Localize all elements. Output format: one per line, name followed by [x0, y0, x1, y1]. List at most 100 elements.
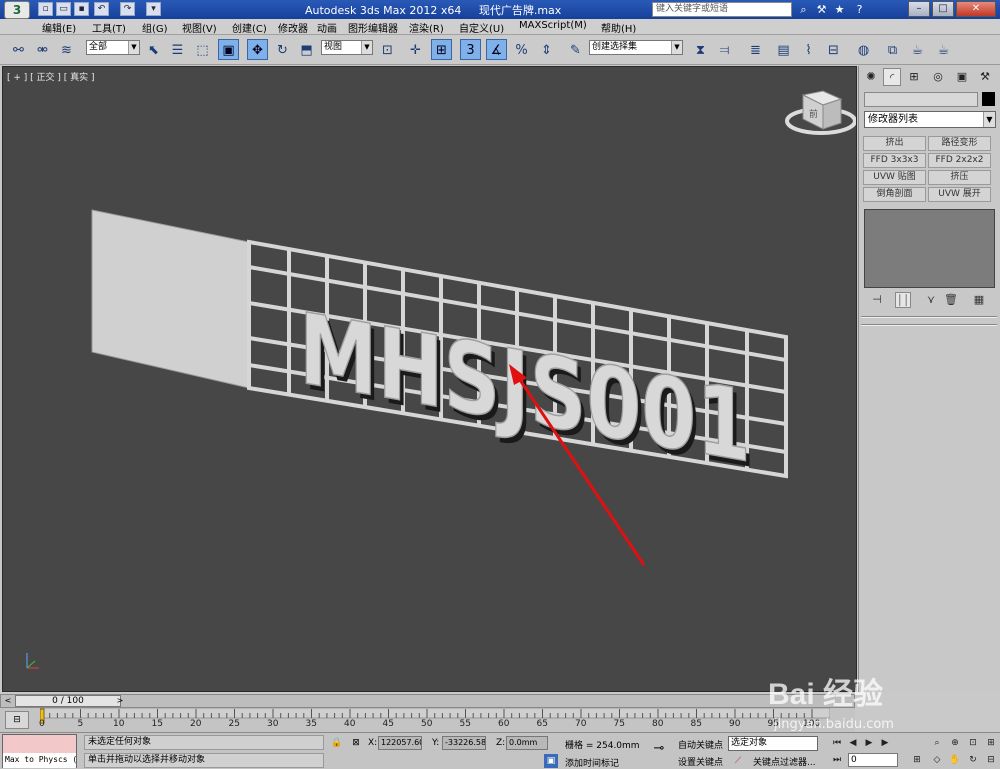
ribbon-icon[interactable]: ▤: [773, 39, 794, 60]
maxscript-input[interactable]: Max to Physcs (: [3, 753, 76, 768]
app-logo[interactable]: 3: [4, 1, 30, 19]
pan-icon[interactable]: ✋: [948, 753, 962, 767]
menu-graph-editors[interactable]: 图形编辑器: [348, 20, 398, 35]
menu-modifiers[interactable]: 修改器: [278, 20, 308, 35]
percent-snap-icon[interactable]: %: [511, 39, 532, 60]
edit-named-selection-icon[interactable]: ✎: [565, 39, 586, 60]
extrude-button[interactable]: 挤出: [863, 136, 926, 151]
time-tag-icon[interactable]: ▣: [544, 754, 558, 768]
unwrap-uvw-button[interactable]: UVW 展开: [928, 187, 991, 202]
align-icon[interactable]: ⫤: [714, 39, 735, 60]
create-tab-icon[interactable]: ✺: [862, 68, 880, 86]
absolute-mode-icon[interactable]: ⊠: [349, 736, 363, 750]
save-icon[interactable]: ▪: [74, 2, 89, 16]
time-config-icon[interactable]: ⊞: [910, 753, 924, 767]
auto-key-button[interactable]: 自动关键点: [678, 738, 723, 751]
remove-modifier-icon[interactable]: 🗑: [943, 292, 959, 308]
maxscript-mini-listener[interactable]: [3, 735, 76, 753]
key-set-dropdown[interactable]: 选定对象: [728, 736, 818, 751]
menu-views[interactable]: 视图(V): [182, 20, 217, 35]
menu-customize[interactable]: 自定义(U): [459, 20, 504, 35]
configure-sets-icon[interactable]: ▦: [971, 292, 987, 308]
layer-manager-icon[interactable]: ≣: [745, 39, 766, 60]
next-frame-icon[interactable]: ▶: [878, 736, 892, 750]
menu-tools[interactable]: 工具(T): [92, 20, 126, 35]
x-coordinate-input[interactable]: 122057.60: [378, 736, 422, 750]
pin-stack-icon[interactable]: ⊣: [869, 292, 885, 308]
render-production-icon[interactable]: ☕: [933, 39, 954, 60]
redo-icon[interactable]: ↷: [120, 2, 135, 16]
bind-space-warp-icon[interactable]: ≋: [56, 39, 77, 60]
pivot-center-icon[interactable]: ⊡: [377, 39, 398, 60]
squeeze-button[interactable]: 挤压: [928, 170, 991, 185]
add-time-tag[interactable]: 添加时间标记: [565, 756, 619, 769]
selection-filter-dropdown[interactable]: 全部 ▼: [86, 40, 140, 55]
help-search-input[interactable]: 键入关键字或短语: [652, 2, 792, 17]
material-editor-icon[interactable]: ◍: [853, 39, 874, 60]
modifier-list-dropdown[interactable]: 修改器列表 ▼: [864, 111, 996, 128]
rendered-frame-icon[interactable]: ☕: [907, 39, 928, 60]
tools-icon[interactable]: ⚒: [814, 2, 829, 17]
go-to-start-icon[interactable]: ⏮: [830, 736, 844, 750]
maximize-button[interactable]: □: [932, 1, 954, 17]
curve-editor-icon[interactable]: ⌇: [798, 39, 819, 60]
key-icon[interactable]: ⊸: [648, 742, 670, 756]
menu-edit[interactable]: 编辑(E): [42, 20, 76, 35]
display-tab-icon[interactable]: ▣: [953, 68, 971, 86]
menu-maxscript[interactable]: MAXScript(M): [519, 20, 587, 31]
motion-tab-icon[interactable]: ◎: [929, 68, 947, 86]
quick-access-dropdown-icon[interactable]: ▾: [146, 2, 161, 16]
unlink-icon[interactable]: ⚮: [32, 39, 53, 60]
modifier-stack-view[interactable]: [864, 209, 995, 288]
open-file-icon[interactable]: ▭: [56, 2, 71, 16]
keyboard-shortcut-icon[interactable]: ⊞: [431, 39, 452, 60]
lock-icon[interactable]: 🔒: [330, 736, 344, 750]
make-unique-icon[interactable]: ⋎: [923, 292, 939, 308]
y-coordinate-input[interactable]: -33226.58: [442, 736, 486, 750]
previous-frame-icon[interactable]: ◀: [846, 736, 860, 750]
path-deform-button[interactable]: 路径变形: [928, 136, 991, 151]
close-button[interactable]: ✕: [956, 1, 996, 17]
minimize-button[interactable]: –: [908, 1, 930, 17]
time-slider[interactable]: < 0 / 100 >: [0, 694, 855, 708]
menu-animation[interactable]: 动画: [317, 20, 337, 35]
select-rotate-icon[interactable]: ↻: [272, 39, 293, 60]
select-scale-icon[interactable]: ⬒: [296, 39, 317, 60]
current-frame-input[interactable]: 0: [848, 753, 898, 767]
manipulate-icon[interactable]: ✛: [405, 39, 426, 60]
star-icon[interactable]: ★: [832, 2, 847, 17]
menu-create[interactable]: 创建(C): [232, 20, 267, 35]
help-icon[interactable]: ?: [852, 2, 867, 17]
link-icon[interactable]: ⚯: [8, 39, 29, 60]
track-bar[interactable]: ⊟ 0 5 10 15 20 25 30 35 40 45 50 55 60 65 70 75 80 85 90 95…: [0, 708, 855, 732]
named-selection-dropdown[interactable]: 创建选择集 ▼: [589, 40, 683, 55]
field-of-view-icon[interactable]: ◇: [930, 753, 944, 767]
play-icon[interactable]: ▶: [862, 736, 876, 750]
bevel-profile-button[interactable]: 倒角剖面: [863, 187, 926, 202]
rect-selection-icon[interactable]: ⬚: [192, 39, 213, 60]
set-key-button[interactable]: 设置关键点: [678, 755, 723, 768]
menu-help[interactable]: 帮助(H): [601, 20, 636, 35]
ref-coord-dropdown[interactable]: 视图 ▼: [321, 40, 373, 55]
time-slider-thumb[interactable]: 0 / 100: [15, 695, 121, 707]
ffd-2x2x2-button[interactable]: FFD 2x2x2: [928, 153, 991, 168]
show-end-result-icon[interactable]: ⏐⏐: [895, 292, 911, 308]
hierarchy-tab-icon[interactable]: ⊞: [905, 68, 923, 86]
zoom-all-icon[interactable]: ⊕: [948, 736, 962, 750]
maxscript-listener[interactable]: Max to Physcs (: [2, 734, 77, 768]
zoom-icon[interactable]: ⌕: [930, 736, 944, 750]
key-mode-icon[interactable]: ⏭: [830, 753, 844, 767]
mini-curve-editor-icon[interactable]: ⊟: [5, 711, 29, 729]
snaps-toggle-icon[interactable]: 3: [460, 39, 481, 60]
maximize-viewport-icon[interactable]: ⊟: [984, 753, 998, 767]
new-file-icon[interactable]: ▫: [38, 2, 53, 16]
menu-group[interactable]: 组(G): [142, 20, 168, 35]
z-coordinate-input[interactable]: 0.0mm: [506, 736, 548, 750]
select-by-name-icon[interactable]: ☰: [167, 39, 188, 60]
perspective-viewport[interactable]: [ + ] [ 正交 ] [ 真实 ] MHSJS001 MHSJS001 前: [2, 66, 857, 692]
mirror-icon[interactable]: ⧗: [690, 39, 711, 60]
zoom-extents-all-icon[interactable]: ⊞: [984, 736, 998, 750]
window-crossing-icon[interactable]: ▣: [218, 39, 239, 60]
chevron-left-icon[interactable]: <: [3, 696, 13, 706]
zoom-extents-icon[interactable]: ⊡: [966, 736, 980, 750]
